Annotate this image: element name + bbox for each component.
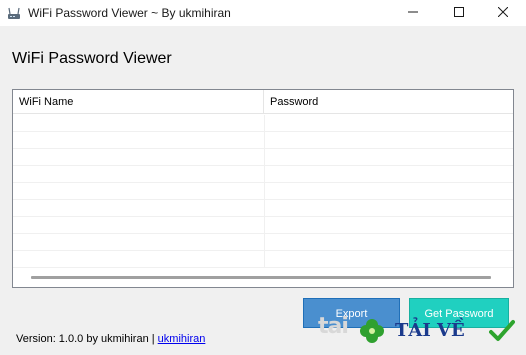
- table-row: [13, 115, 513, 132]
- table-row: [13, 234, 513, 251]
- column-header-password[interactable]: Password: [264, 90, 513, 114]
- table-row: [13, 166, 513, 183]
- version-footer: Version: 1.0.0 by ukmihiran | ukmihiran: [16, 333, 205, 345]
- table-row: [13, 183, 513, 200]
- app-window: WiFi Password Viewer ~ By ukmihiran WiFi…: [0, 0, 526, 355]
- version-text: Version: 1.0.0 by ukmihiran |: [16, 333, 155, 345]
- close-button[interactable]: [480, 0, 526, 26]
- wifi-list-view[interactable]: WiFi Name Password: [12, 89, 514, 288]
- table-row: [13, 251, 513, 268]
- list-header: WiFi Name Password: [13, 90, 513, 114]
- page-heading: WiFi Password Viewer: [12, 50, 172, 67]
- table-row: [13, 217, 513, 234]
- checkmark-icon: [489, 318, 515, 344]
- maximize-button[interactable]: [436, 0, 482, 26]
- list-rows: [13, 115, 513, 268]
- close-icon: [497, 4, 509, 22]
- table-row: [13, 132, 513, 149]
- maximize-icon: [454, 4, 464, 22]
- table-row: [13, 149, 513, 166]
- column-header-wifi-name[interactable]: WiFi Name: [13, 90, 264, 114]
- scrollbar-thumb[interactable]: [31, 276, 491, 279]
- author-link[interactable]: ukmihiran: [158, 333, 206, 345]
- title-bar[interactable]: WiFi Password Viewer ~ By ukmihiran: [0, 0, 526, 26]
- clover-icon: [358, 317, 386, 345]
- wifi-router-icon: [6, 5, 22, 21]
- table-row: [13, 200, 513, 217]
- watermark-tai-text: tai: [318, 314, 349, 339]
- watermark-brand-text: TẢI VỀ: [395, 320, 465, 341]
- minimize-button[interactable]: [390, 0, 436, 26]
- window-title: WiFi Password Viewer ~ By ukmihiran: [28, 6, 231, 20]
- minimize-icon: [408, 4, 418, 22]
- horizontal-scrollbar[interactable]: [13, 270, 513, 287]
